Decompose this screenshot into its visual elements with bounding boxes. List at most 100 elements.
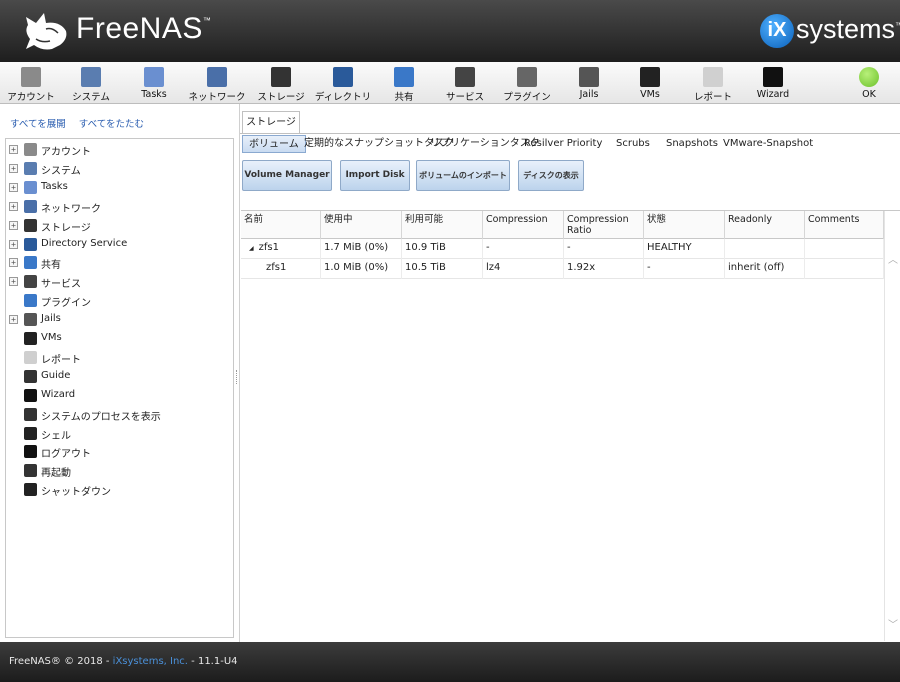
toolbar-vms-button[interactable]: VMs — [619, 64, 681, 102]
tree-item-label: Directory Service — [41, 237, 128, 249]
subtab-snapshots[interactable]: Snapshots — [666, 135, 718, 153]
storage-icon — [24, 218, 37, 232]
tree-item-jails[interactable]: + Jails — [6, 311, 233, 329]
toolbar-accounts-button[interactable]: アカウント — [0, 64, 62, 103]
row-collapse-icon[interactable]: ◢ — [249, 245, 254, 252]
tree-item-guide[interactable]: Guide — [6, 368, 233, 386]
subtab-volumes[interactable]: ボリューム — [242, 135, 306, 153]
cell-available: 10.5 TiB — [402, 259, 483, 279]
expand-plus-icon[interactable]: + — [9, 277, 18, 287]
ixsystems-link[interactable]: iXsystems, Inc. — [113, 656, 188, 667]
collapse-all-link[interactable]: すべてをたたむ — [79, 119, 144, 130]
main-toolbar: アカウント システム Tasks ネットワーク ストレージ ディレクトリ 共有 サービス プラグ… — [0, 62, 900, 104]
jails-icon — [24, 313, 37, 327]
tree-item-storage[interactable]: + ストレージ — [6, 217, 233, 235]
grid-scrollbar[interactable]: ︿ ﹀ — [884, 211, 900, 641]
system-status-button[interactable]: OK — [838, 64, 900, 102]
app-footer: FreeNAS® © 2018 - iXsystems, Inc. - 11.1… — [0, 642, 900, 682]
volumes-grid: 名前 使用中 利用可能 Compression Compression Rati… — [241, 210, 900, 641]
toolbar-plugins-button[interactable]: プラグイン — [496, 64, 558, 103]
tree-item-label: Tasks — [41, 180, 68, 192]
toolbar-wizard-button[interactable]: Wizard — [742, 64, 804, 102]
expand-plus-icon[interactable]: + — [9, 145, 18, 154]
column-header-used[interactable]: 使用中 — [321, 211, 402, 239]
toolbar-reporting-button[interactable]: レポート — [682, 64, 744, 103]
tab-storage[interactable]: ストレージ — [242, 111, 300, 133]
tree-item-label: 再起動 — [41, 468, 71, 480]
column-header-available[interactable]: 利用可能 — [402, 211, 483, 239]
tree-item-reboot[interactable]: 再起動 — [6, 462, 233, 480]
directory-icon — [333, 67, 353, 87]
tree-item-label: Jails — [41, 313, 61, 325]
expand-plus-icon[interactable]: + — [9, 182, 18, 192]
tree-item-services[interactable]: + サービス — [6, 273, 233, 291]
toolbar-services-button[interactable]: サービス — [434, 64, 496, 103]
services-icon — [455, 67, 475, 87]
tree-item-label: VMs — [41, 332, 62, 343]
ix-circle-icon: iX — [760, 14, 794, 48]
tree-item-directory[interactable]: + Directory Service — [6, 236, 233, 254]
tree-item-vms[interactable]: VMs — [6, 330, 233, 348]
tree-item-reporting[interactable]: レポート — [6, 349, 233, 367]
column-header-name[interactable]: 名前 — [241, 211, 321, 239]
toolbar-tasks-button[interactable]: Tasks — [123, 64, 185, 102]
tree-item-processes[interactable]: システムのプロセスを表示 — [6, 406, 233, 424]
table-row[interactable]: zfs1 1.0 MiB (0%) 10.5 TiB lz4 1.92x - inherit… — [241, 259, 884, 279]
services-icon — [24, 275, 37, 289]
table-row[interactable]: ◢ zfs1 1.7 MiB (0%) 10.9 TiB - - HEALTHY — [241, 239, 884, 259]
subtab-vmware-snapshot[interactable]: VMware-Snapshot — [723, 135, 813, 153]
tree-item-shutdown[interactable]: シャットダウン — [6, 481, 233, 499]
tree-item-shell[interactable]: シェル — [6, 425, 233, 443]
plugins-icon — [517, 67, 537, 87]
scroll-up-icon[interactable]: ︿ — [888, 251, 898, 266]
accounts-icon — [21, 67, 41, 87]
tree-item-label: サービス — [41, 279, 81, 291]
freenas-shark-logo-icon — [26, 13, 67, 50]
column-header-compression[interactable]: Compression — [483, 211, 564, 239]
tree-item-label: ネットワーク — [41, 203, 101, 215]
expand-plus-icon[interactable]: + — [9, 220, 18, 230]
system-icon — [24, 161, 37, 175]
column-header-comments[interactable]: Comments — [805, 211, 884, 239]
toolbar-jails-button[interactable]: Jails — [558, 64, 620, 102]
toolbar-network-button[interactable]: ネットワーク — [186, 64, 248, 103]
cell-name: zfs1 — [241, 259, 321, 279]
tree-item-sharing[interactable]: + 共有 — [6, 254, 233, 272]
toolbar-system-button[interactable]: システム — [60, 64, 122, 103]
import-disk-button[interactable]: Import Disk — [340, 160, 410, 191]
expand-all-link[interactable]: すべてを展開 — [10, 119, 66, 130]
column-header-readonly[interactable]: Readonly — [725, 211, 805, 239]
tree-item-tasks[interactable]: + Tasks — [6, 179, 233, 197]
column-header-compression-ratio[interactable]: Compression Ratio — [564, 211, 644, 239]
expand-plus-icon[interactable]: + — [9, 201, 18, 211]
toolbar-directory-button[interactable]: ディレクトリ — [312, 64, 374, 103]
expand-plus-icon[interactable]: + — [9, 258, 18, 268]
import-volume-button[interactable]: ボリュームのインポート — [416, 160, 510, 191]
network-icon — [24, 199, 37, 213]
subtab-resilver-priority[interactable]: Resilver Priority — [524, 135, 602, 153]
expand-plus-icon[interactable]: + — [9, 315, 18, 325]
subtab-scrubs[interactable]: Scrubs — [616, 135, 650, 153]
tree-item-system[interactable]: + システム — [6, 160, 233, 178]
toolbar-sharing-button[interactable]: 共有 — [373, 64, 435, 103]
tree-item-logout[interactable]: ログアウト — [6, 443, 233, 461]
toolbar-storage-button[interactable]: ストレージ — [250, 64, 312, 103]
view-disks-button[interactable]: ディスクの表示 — [518, 160, 584, 191]
tree-item-label: アカウント — [41, 147, 91, 158]
tree-item-plugins[interactable]: プラグイン — [6, 292, 233, 310]
grid-header: 名前 使用中 利用可能 Compression Compression Rati… — [241, 211, 884, 239]
cell-comments — [805, 239, 884, 259]
navigation-pane: すべてを展開 すべてをたたむ + アカウント + システム + Tasks + ネットワーク +… — [0, 104, 238, 642]
expand-plus-icon[interactable]: + — [9, 239, 18, 249]
tree-item-network[interactable]: + ネットワーク — [6, 198, 233, 216]
column-header-status[interactable]: 状態 — [644, 211, 725, 239]
expand-plus-icon[interactable]: + — [9, 163, 18, 173]
cell-available: 10.9 TiB — [402, 239, 483, 259]
volume-manager-button[interactable]: Volume Manager — [242, 160, 332, 191]
toolbar-label: システム — [72, 92, 110, 103]
cell-comments — [805, 259, 884, 279]
tree-item-accounts[interactable]: + アカウント — [6, 141, 233, 159]
scroll-down-icon[interactable]: ﹀ — [888, 616, 898, 631]
toolbar-label: Jails — [579, 89, 599, 100]
tree-item-wizard[interactable]: Wizard — [6, 387, 233, 405]
